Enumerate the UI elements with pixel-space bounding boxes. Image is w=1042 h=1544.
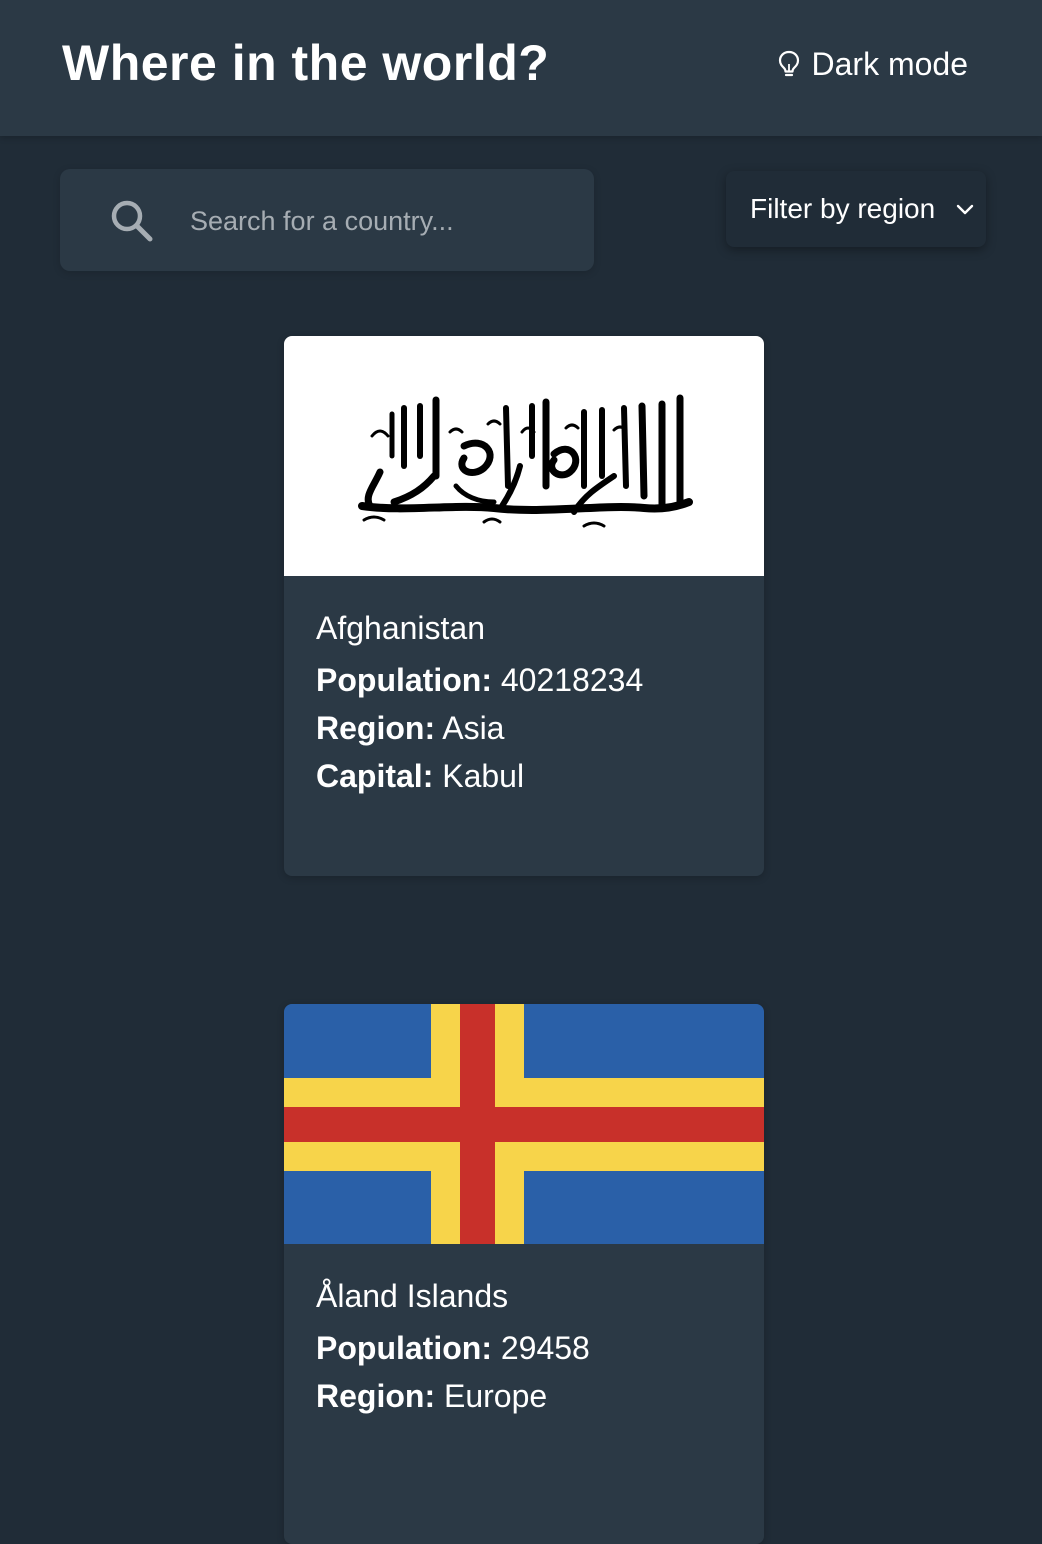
region-row: Region: Europe [316,1372,732,1420]
chevron-down-icon [952,201,978,224]
country-name: Afghanistan [316,610,486,646]
population-label: Population: [316,1330,492,1366]
region-label: Region: [316,710,436,746]
lightbulb-icon [778,50,800,80]
country-card[interactable]: Afghanistan Population: 40218234 Region:… [284,336,764,876]
region-value: Asia [442,710,505,746]
population-value: 29458 [500,1330,590,1366]
capital-row: Capital: Kabul [316,752,732,800]
population-value: 40218234 [500,662,644,698]
country-card[interactable]: Åland Islands Population: 29458 Region: … [284,1004,764,1544]
region-row: Region: Asia [316,704,732,752]
app-header: Where in the world? Dark mode [0,0,1042,136]
page-title: Where in the world? [62,35,550,91]
search-icon [110,199,154,248]
region-label: Region: [316,1378,436,1414]
population-label: Population: [316,662,492,698]
search-input[interactable] [188,196,572,246]
flag-afghanistan [284,336,764,576]
capital-label: Capital: [316,758,434,794]
filter-label: Filter by region [750,193,936,224]
region-value: Europe [443,1378,548,1414]
dark-mode-toggle[interactable]: Dark mode [778,46,969,83]
region-filter-dropdown[interactable]: Filter by region [726,171,986,247]
dark-mode-label: Dark mode [811,46,969,82]
population-row: Population: 40218234 [316,656,732,704]
country-name: Åland Islands [316,1278,509,1314]
flag-aland-islands [284,1004,764,1244]
population-row: Population: 29458 [316,1324,732,1372]
capital-value: Kabul [442,758,525,794]
